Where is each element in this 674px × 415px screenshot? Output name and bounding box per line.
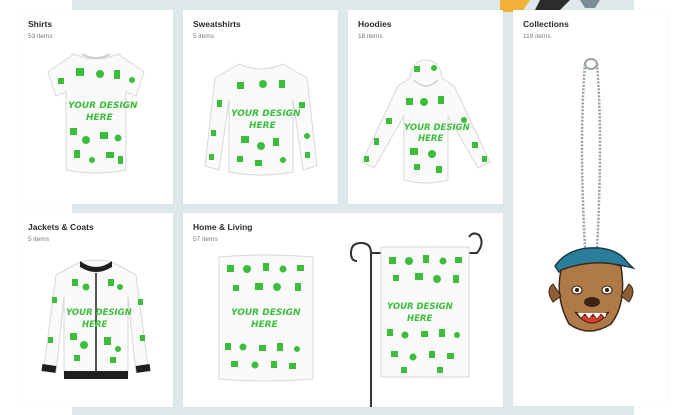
design-text: YOUR DESIGN: [231, 308, 301, 318]
category-card-sweatshirts[interactable]: Sweatshirts 5 items YOUR DESIGN HERE: [183, 10, 338, 204]
category-card-hoodies[interactable]: Hoodies 18 items YOUR DESIGN HERE: [348, 10, 503, 204]
sweatshirt-image: YOUR DESIGN HERE: [204, 63, 318, 176]
blanket-image: YOUR DESIGN HERE: [218, 254, 314, 382]
category-card-jackets-coats[interactable]: Jackets & Coats 5 items YOUR DESIGN HERE: [18, 213, 173, 407]
design-text: HERE: [249, 121, 277, 131]
tshirt-image: YOUR DESIGN HERE: [47, 53, 145, 174]
jacket-image: YOUR DESIGN HERE: [41, 259, 151, 379]
category-title: Collections: [523, 19, 569, 29]
category-title: Jackets & Coats: [28, 222, 94, 232]
design-text: HERE: [251, 320, 279, 330]
design-text: HERE: [82, 320, 107, 330]
category-count: 119 items: [523, 33, 551, 40]
keychain-image: [548, 58, 636, 332]
category-count: 53 items: [28, 33, 53, 40]
garden-flag-image: YOUR DESIGN HERE: [349, 232, 483, 407]
category-count: 5 items: [193, 33, 214, 40]
hoodie-image: YOUR DESIGN HERE: [361, 59, 491, 184]
design-text: YOUR DESIGN: [231, 109, 301, 119]
category-title: Shirts: [28, 19, 53, 29]
design-text: YOUR DESIGN: [387, 302, 453, 312]
category-card-shirts[interactable]: Shirts 53 items YOUR DESIGN HERE: [18, 10, 173, 204]
category-count: 57 items: [193, 236, 218, 243]
design-text: YOUR DESIGN: [66, 308, 132, 318]
design-text: HERE: [418, 134, 443, 144]
design-text: HERE: [86, 113, 114, 123]
design-text: YOUR DESIGN: [404, 123, 470, 133]
category-count: 18 items: [358, 33, 383, 40]
design-text: HERE: [407, 314, 432, 324]
category-title: Sweatshirts: [193, 19, 241, 29]
design-text: YOUR DESIGN: [68, 101, 138, 111]
category-title: Hoodies: [358, 19, 392, 29]
category-card-collections[interactable]: Collections 119 items: [513, 10, 668, 406]
category-count: 5 items: [28, 236, 49, 243]
category-title: Home & Living: [193, 222, 253, 232]
category-card-home-living[interactable]: Home & Living 57 items YOUR DESIGN HERE: [183, 213, 503, 407]
